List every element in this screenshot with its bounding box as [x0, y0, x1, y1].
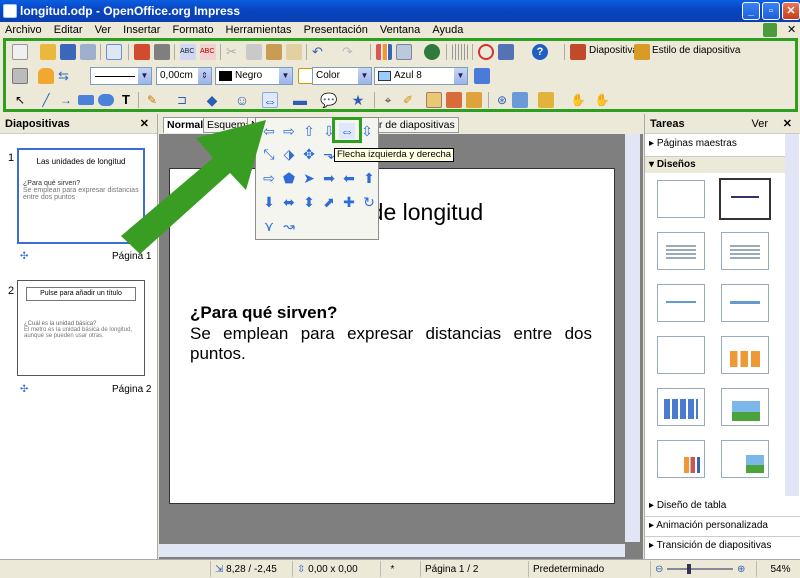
layout-title[interactable] [657, 284, 705, 322]
selected-shape-highlight [332, 117, 362, 143]
layout-title-chart[interactable] [721, 336, 769, 374]
app-icon [3, 4, 17, 18]
up-right-callout-icon[interactable]: ⬈ [321, 194, 337, 210]
layout-title-2content[interactable] [657, 336, 705, 374]
layout-title-only[interactable] [719, 178, 771, 220]
zoom-slider[interactable]: ⊖ ⊕ [650, 561, 754, 577]
arrow-up-icon[interactable]: ⇧ [301, 123, 317, 139]
pentagon-icon[interactable]: ⬟ [281, 170, 297, 186]
horizontal-scrollbar[interactable] [159, 544, 625, 557]
slide-style-indicator: Predeterminado [528, 561, 648, 577]
modified-indicator: * [380, 561, 400, 577]
tasks-panel-title: Tareas Ver ✕ [645, 114, 800, 134]
layout-blank[interactable] [657, 180, 705, 218]
tab-slide-sorter[interactable]: or de diapositivas [369, 117, 459, 133]
close-button[interactable]: ✕ [782, 2, 800, 20]
vertical-scrollbar[interactable] [625, 134, 640, 542]
layout-image[interactable] [721, 388, 769, 426]
object-size: ⇳ 0,00 x 0,00 [292, 561, 378, 577]
zoom-level[interactable]: 54% [756, 561, 800, 577]
slide-body[interactable]: Se emplean para expresar distancias entr… [190, 324, 592, 364]
chevron-icon[interactable]: ➤ [301, 170, 317, 186]
menu-herramientas[interactable]: Herramientas [226, 24, 292, 36]
update-icon[interactable] [763, 23, 777, 37]
slide-transition-icon: ✣ [20, 251, 29, 262]
slide-transition-section[interactable]: ▸ Transición de diapositivas [649, 540, 771, 551]
circular-arrow-icon[interactable]: ↻ [361, 194, 377, 210]
slide-thumbnail[interactable]: Pulse para añadir un título ¿Cuál es la … [17, 280, 145, 376]
minimize-button[interactable]: _ [742, 2, 760, 20]
layout-title-content[interactable] [657, 232, 705, 270]
menu-bar: Archivo Editar Ver Insertar Formato Herr… [0, 22, 800, 38]
slide-page-label: Página 2 [112, 384, 152, 395]
menu-archivo[interactable]: Archivo [5, 24, 42, 36]
title-bar: longitud.odp - OpenOffice.org Impress _ … [0, 0, 800, 22]
table-design-section[interactable]: ▸ Diseño de tabla [649, 500, 726, 511]
thumb-heading: ¿Cuál es la unidad básica? [24, 321, 97, 327]
up-down-callout-icon[interactable]: ⬍ [301, 194, 317, 210]
toolbar-area: ABC ABC ✂ ↶ ↷ ? Diapositiva Estilo de di… [0, 38, 800, 112]
maximize-button[interactable]: ▫ [762, 2, 780, 20]
menu-editar[interactable]: Editar [54, 24, 83, 36]
cursor-position: ⇲ 8,28 / -2,45 [210, 561, 290, 577]
view-menu[interactable]: Ver [751, 114, 768, 134]
arrow-right-icon[interactable]: ⇨ [281, 123, 297, 139]
menu-ver[interactable]: Ver [95, 24, 112, 36]
up-callout-icon[interactable]: ⬆ [361, 170, 377, 186]
slide-transition-icon: ✣ [20, 384, 29, 395]
window-title: longitud.odp - OpenOffice.org Impress [20, 4, 241, 18]
thumb-title: Pulse para añadir un título [26, 287, 136, 301]
layouts-section[interactable]: ▾ Diseños [645, 156, 785, 173]
arrow-cross-icon[interactable]: ✥ [301, 146, 317, 162]
tooltip: Flecha izquierda y derecha [334, 148, 455, 162]
thumb-body: El metro es la unidad básica de longitud… [24, 327, 133, 339]
s-shaped-arrow-icon[interactable]: ↝ [281, 218, 297, 234]
menu-ayuda[interactable]: Ayuda [432, 24, 463, 36]
status-bar: ⇲ 8,28 / -2,45 ⇳ 0,00 x 0,00 * Página 1 … [0, 559, 800, 577]
menu-presentacion[interactable]: Presentación [304, 24, 368, 36]
toolbar-highlight-box [3, 38, 798, 112]
menu-insertar[interactable]: Insertar [123, 24, 160, 36]
left-callout-icon[interactable]: ⬅ [341, 170, 357, 186]
close-document-icon[interactable]: ✕ [787, 22, 796, 38]
custom-animation-section[interactable]: ▸ Animación personalizada [649, 520, 768, 531]
tasks-scrollbar[interactable] [785, 134, 799, 496]
layout-text-image[interactable] [721, 440, 769, 478]
right-callout-icon[interactable]: ➡ [321, 170, 337, 186]
4way-callout-icon[interactable]: ✚ [341, 194, 357, 210]
layout-text-chart[interactable] [657, 440, 705, 478]
arrow-circular-icon[interactable]: ⬗ [281, 146, 297, 162]
annotation-arrow [121, 120, 266, 254]
slide-number: 2 [8, 285, 15, 297]
master-pages-section[interactable]: ▸ Páginas maestras [649, 138, 737, 149]
layout-table[interactable] [657, 388, 705, 426]
close-panel-icon[interactable]: ✕ [783, 114, 792, 134]
left-right-callout-icon[interactable]: ⬌ [281, 194, 297, 210]
layout-title-content[interactable] [721, 232, 769, 270]
layout-centered-text[interactable] [721, 284, 769, 322]
slide-heading[interactable]: ¿Para qué sirven? [190, 303, 337, 323]
menu-ventana[interactable]: Ventana [380, 24, 420, 36]
tasks-panel: Tareas Ver ✕ ▸ Páginas maestras ▾ Diseños … [644, 114, 800, 559]
menu-formato[interactable]: Formato [173, 24, 214, 36]
slide-number: 1 [8, 152, 15, 164]
page-indicator: Página 1 / 2 [420, 561, 526, 577]
